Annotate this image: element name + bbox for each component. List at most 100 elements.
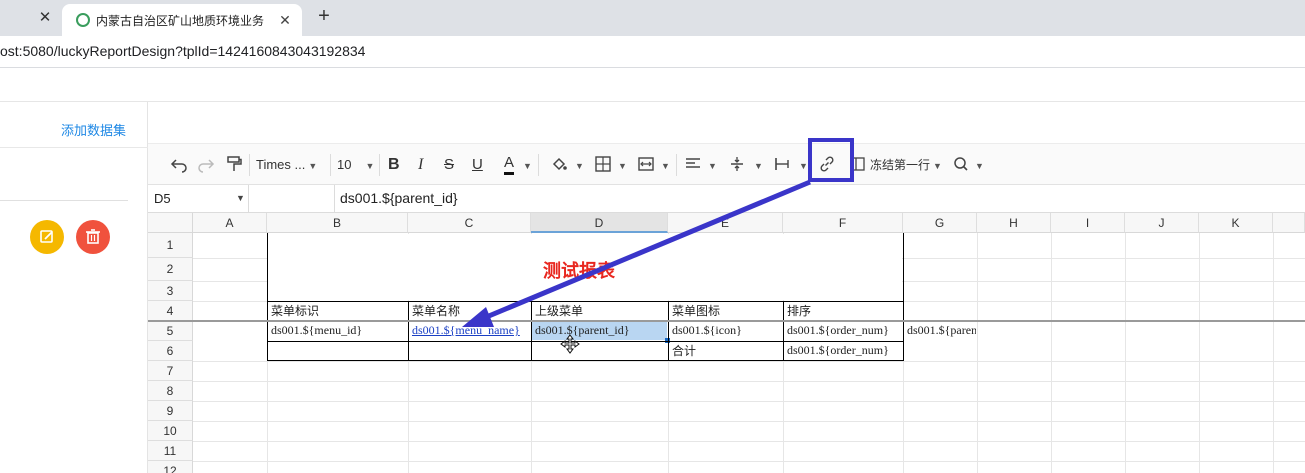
row-header[interactable]: 3: [148, 281, 193, 301]
gridline: [193, 441, 1305, 442]
browser-tab-active[interactable]: 内蒙古自治区矿山地质环境业务 ✕: [62, 4, 302, 36]
column-header[interactable]: G: [903, 213, 977, 233]
cell-b4[interactable]: 菜单标识: [268, 302, 407, 321]
address-bar[interactable]: ost:5080/luckyReportDesign?tplId=1424160…: [0, 36, 1305, 68]
divider: [379, 154, 380, 176]
edit-icon: [40, 230, 53, 243]
spreadsheet-grid[interactable]: A B C D E F G H I J K 1 2 3 4 5 6 7 8 9 …: [148, 213, 1305, 473]
column-header[interactable]: C: [408, 213, 531, 233]
delete-dataset-button[interactable]: [76, 220, 110, 254]
underline-button[interactable]: U: [472, 155, 483, 175]
trash-icon: [86, 229, 100, 244]
cell-f5[interactable]: ds001.${order_num}: [784, 321, 902, 341]
freeze-line: [148, 320, 1305, 322]
vertical-align-icon[interactable]: [728, 155, 746, 175]
cell-f6[interactable]: ds001.${order_num}: [784, 341, 902, 361]
cell-b5[interactable]: ds001.${menu_id}: [268, 321, 407, 341]
row-header[interactable]: 11: [148, 441, 193, 461]
freeze-select[interactable]: 冻结第一行 ▼: [870, 155, 942, 175]
row-header[interactable]: 9: [148, 401, 193, 421]
row-header[interactable]: 10: [148, 421, 193, 441]
add-dataset-link[interactable]: 添加数据集: [61, 120, 126, 139]
formula-input[interactable]: ds001.${parent_id}: [340, 190, 458, 206]
column-header[interactable]: B: [267, 213, 408, 233]
redo-icon[interactable]: [197, 155, 215, 175]
column-header[interactable]: H: [977, 213, 1051, 233]
row-header[interactable]: 1: [148, 233, 193, 258]
new-tab-button[interactable]: +: [314, 5, 334, 27]
gridline: [193, 381, 1305, 382]
border-icon[interactable]: [594, 155, 612, 175]
divider: [538, 154, 539, 176]
font-family-select[interactable]: Times ... ▼: [256, 155, 317, 175]
move-cursor-icon: [560, 334, 580, 354]
cell-d4[interactable]: 上级菜单: [532, 302, 667, 321]
align-left-icon[interactable]: [684, 155, 702, 175]
search-icon[interactable]: [952, 155, 970, 175]
row-header[interactable]: 2: [148, 258, 193, 281]
tab-title: 内蒙古自治区矿山地质环境业务: [96, 14, 265, 28]
column-header[interactable]: [1273, 213, 1305, 233]
chevron-down-icon[interactable]: ▼: [796, 155, 808, 175]
cell-reference-box[interactable]: D5: [154, 191, 171, 206]
cell-e4[interactable]: 菜单图标: [669, 302, 782, 321]
chevron-down-icon[interactable]: ▼: [751, 155, 763, 175]
chevron-down-icon: ▼: [933, 161, 942, 171]
chevron-down-icon[interactable]: ▼: [705, 155, 717, 175]
format-toolbar: Times ... ▼ 10 ▼ B I S U A ▼ ▼ ▼ ▼ ▼ ▼ ▼ 冻…: [148, 143, 1305, 185]
column-header[interactable]: F: [783, 213, 903, 233]
gridline: [1125, 233, 1126, 473]
select-all-corner[interactable]: [148, 213, 193, 233]
divider: [249, 154, 250, 176]
edit-dataset-button[interactable]: [30, 220, 64, 254]
cell-f4[interactable]: 排序: [784, 302, 902, 321]
row-header[interactable]: 12: [148, 461, 193, 473]
row-header[interactable]: 6: [148, 341, 193, 361]
font-size-value: 10: [337, 157, 352, 172]
chevron-down-icon: ▼: [365, 161, 375, 171]
url-text[interactable]: ost:5080/luckyReportDesign?tplId=1424160…: [0, 43, 365, 59]
text-color-button[interactable]: A: [504, 155, 515, 175]
chevron-down-icon[interactable]: ▼: [658, 155, 670, 175]
column-header[interactable]: K: [1199, 213, 1273, 233]
column-header[interactable]: E: [668, 213, 783, 233]
gridline: [1273, 233, 1274, 473]
column-header-selected[interactable]: D: [531, 213, 668, 233]
cell-e5[interactable]: ds001.${icon}: [669, 321, 782, 341]
row-header[interactable]: 8: [148, 381, 193, 401]
fill-color-icon[interactable]: [550, 155, 568, 175]
tab-close-icon[interactable]: ✕: [276, 11, 294, 29]
undo-icon[interactable]: [170, 155, 188, 175]
report-title: 测试报表: [543, 261, 615, 281]
italic-button[interactable]: I: [418, 155, 423, 175]
gridline: [193, 421, 1305, 422]
cell-c4[interactable]: 菜单名称: [409, 302, 530, 321]
cell-d5[interactable]: ds001.${parent_id}: [532, 321, 667, 341]
font-size-select[interactable]: 10 ▼: [337, 155, 374, 175]
chevron-down-icon[interactable]: ▼: [615, 155, 627, 175]
cell-e6[interactable]: 合计: [669, 342, 782, 361]
chevron-down-icon[interactable]: ▼: [236, 193, 245, 203]
strikethrough-button[interactable]: S: [444, 155, 454, 175]
row-header[interactable]: 4: [148, 301, 193, 321]
row-header[interactable]: 7: [148, 361, 193, 381]
chevron-down-icon: ▼: [308, 161, 318, 171]
merge-cells-icon[interactable]: [637, 155, 655, 175]
text-wrap-icon[interactable]: [773, 155, 791, 175]
chevron-down-icon[interactable]: ▼: [520, 155, 532, 175]
column-header[interactable]: I: [1051, 213, 1125, 233]
paint-format-icon[interactable]: [225, 155, 243, 175]
divider: [330, 154, 331, 176]
previous-tab-close-icon[interactable]: ✕: [36, 9, 54, 27]
freeze-label: 冻结第一行: [870, 158, 931, 172]
column-header[interactable]: A: [193, 213, 267, 233]
cell-g5[interactable]: ds001.${parent_id}: [904, 321, 976, 341]
tab-favicon-icon: [76, 13, 90, 27]
row-header[interactable]: 5: [148, 321, 193, 341]
chevron-down-icon[interactable]: ▼: [572, 155, 584, 175]
bold-button[interactable]: B: [388, 155, 400, 175]
divider: [334, 185, 335, 213]
column-header[interactable]: J: [1125, 213, 1199, 233]
chevron-down-icon[interactable]: ▼: [972, 155, 984, 175]
cell-c5[interactable]: ds001.${menu_name}: [409, 321, 530, 341]
